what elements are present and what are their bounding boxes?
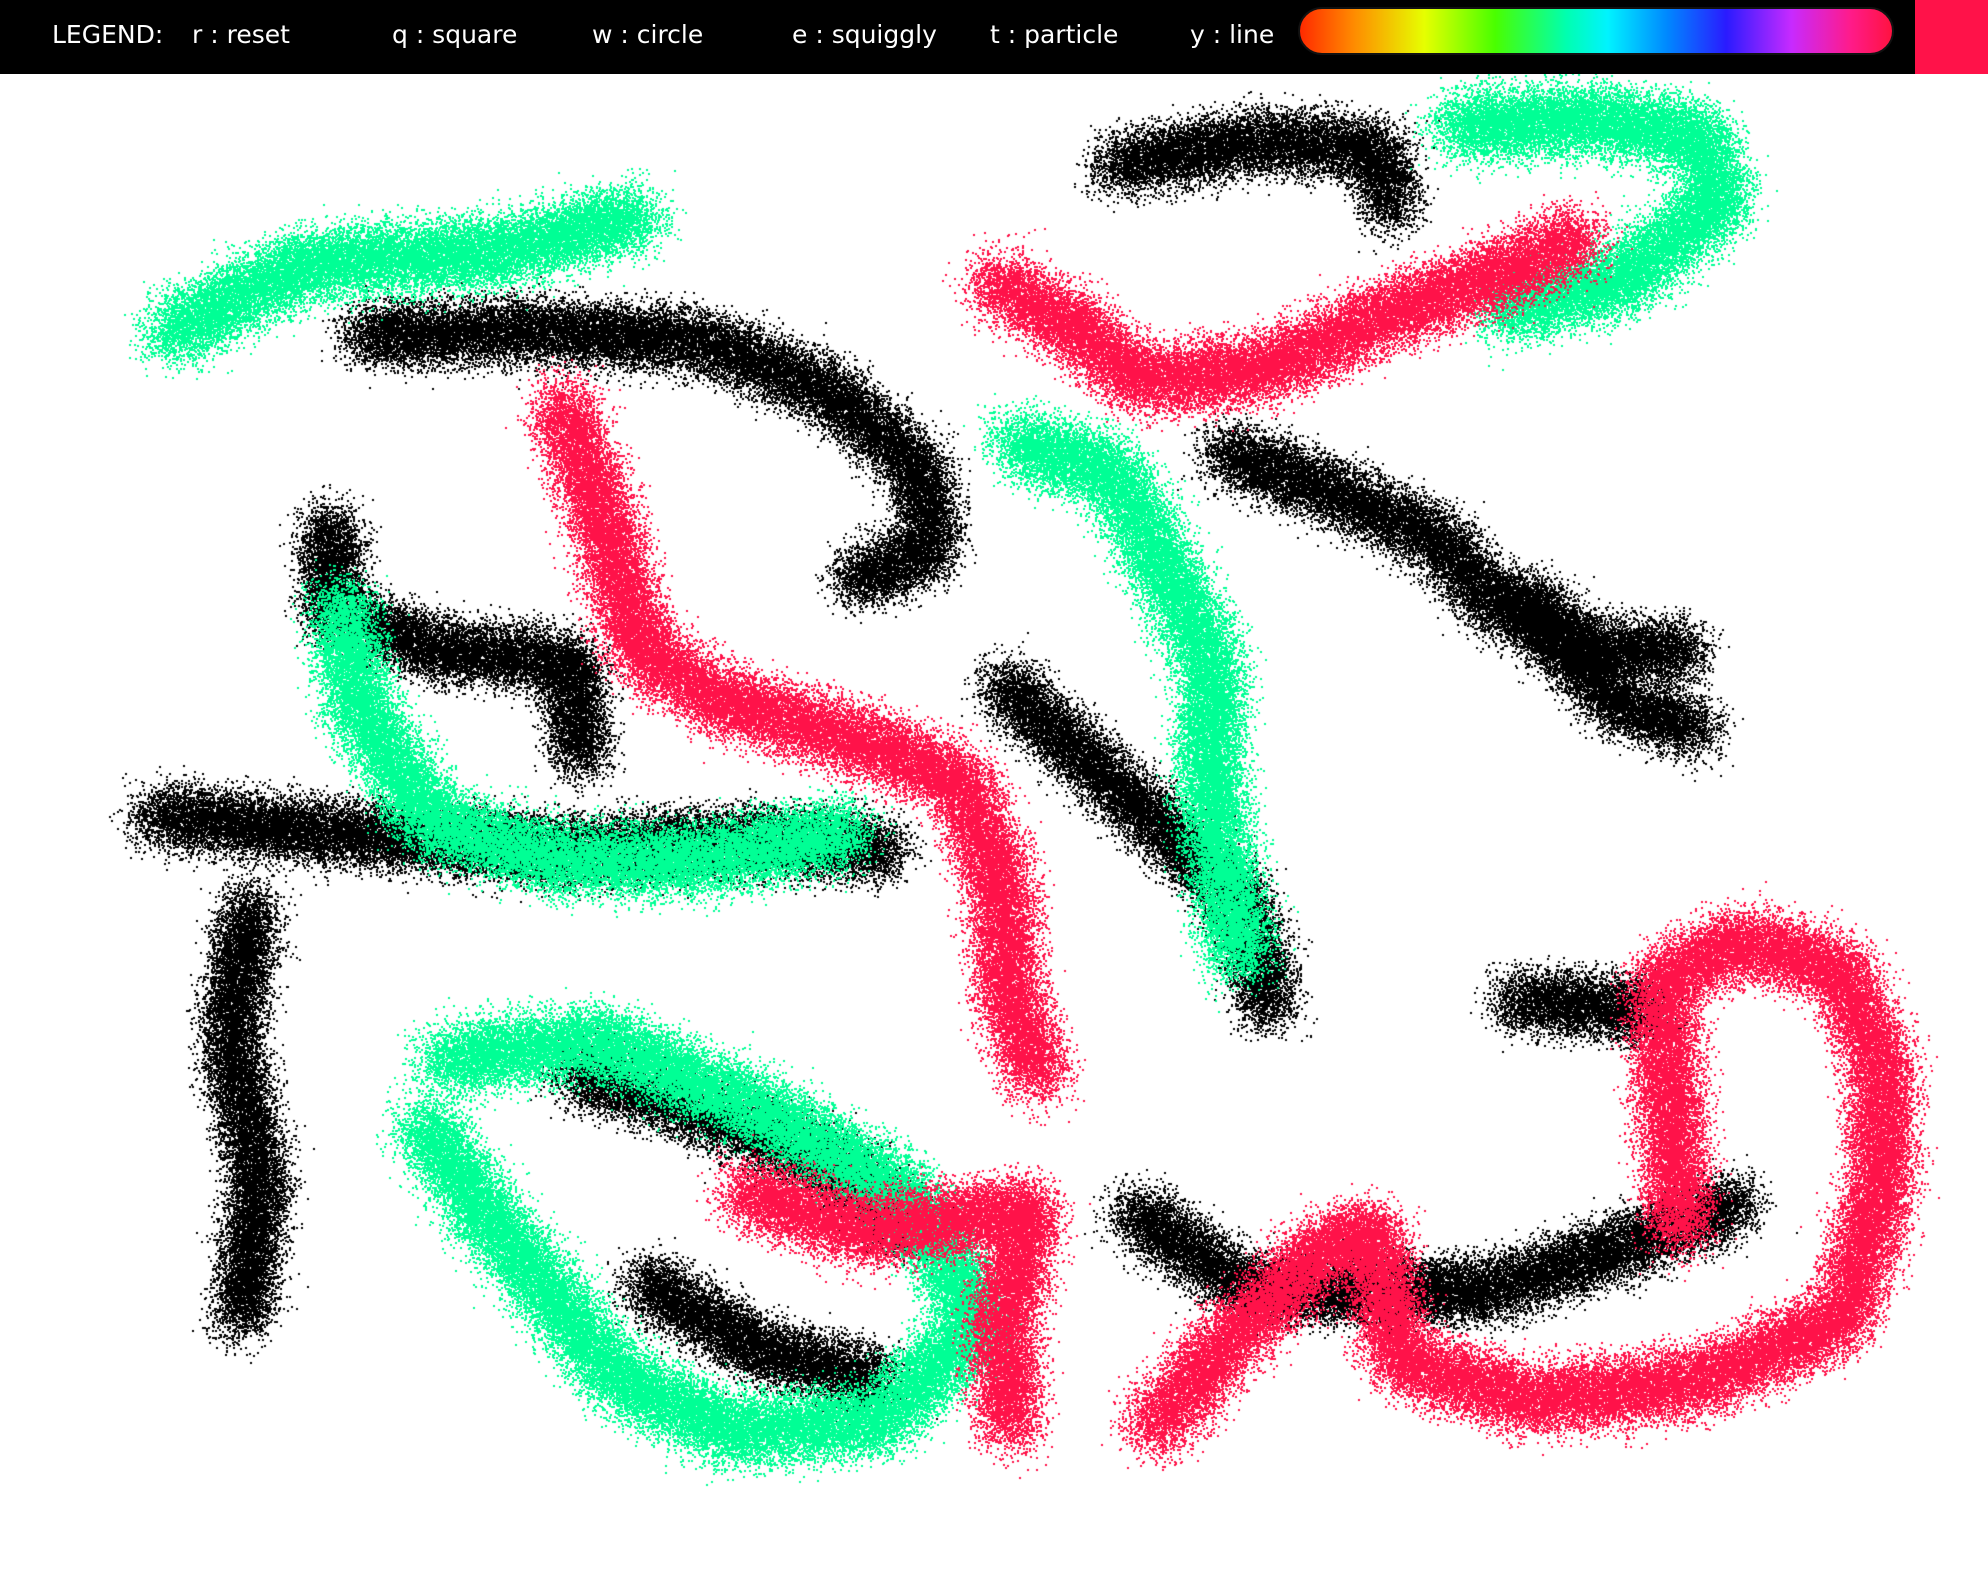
legend-reset-shortcut: r : reset bbox=[192, 20, 290, 49]
paint-app: LEGEND: r : reset q : square w : circle … bbox=[0, 0, 1988, 1580]
legend-square-shortcut: q : square bbox=[392, 20, 518, 49]
color-picker-slider[interactable] bbox=[1298, 7, 1894, 55]
legend-line-shortcut: y : line bbox=[1190, 20, 1275, 49]
current-color-swatch bbox=[1915, 0, 1988, 74]
legend-circle-shortcut: w : circle bbox=[592, 20, 704, 49]
legend-squiggly-shortcut: e : squiggly bbox=[792, 20, 937, 49]
legend-particle-shortcut: t : particle bbox=[990, 20, 1119, 49]
legend-title: LEGEND: bbox=[52, 20, 164, 49]
drawing-canvas[interactable] bbox=[0, 74, 1988, 1580]
legend-toolbar: LEGEND: r : reset q : square w : circle … bbox=[0, 0, 1988, 74]
